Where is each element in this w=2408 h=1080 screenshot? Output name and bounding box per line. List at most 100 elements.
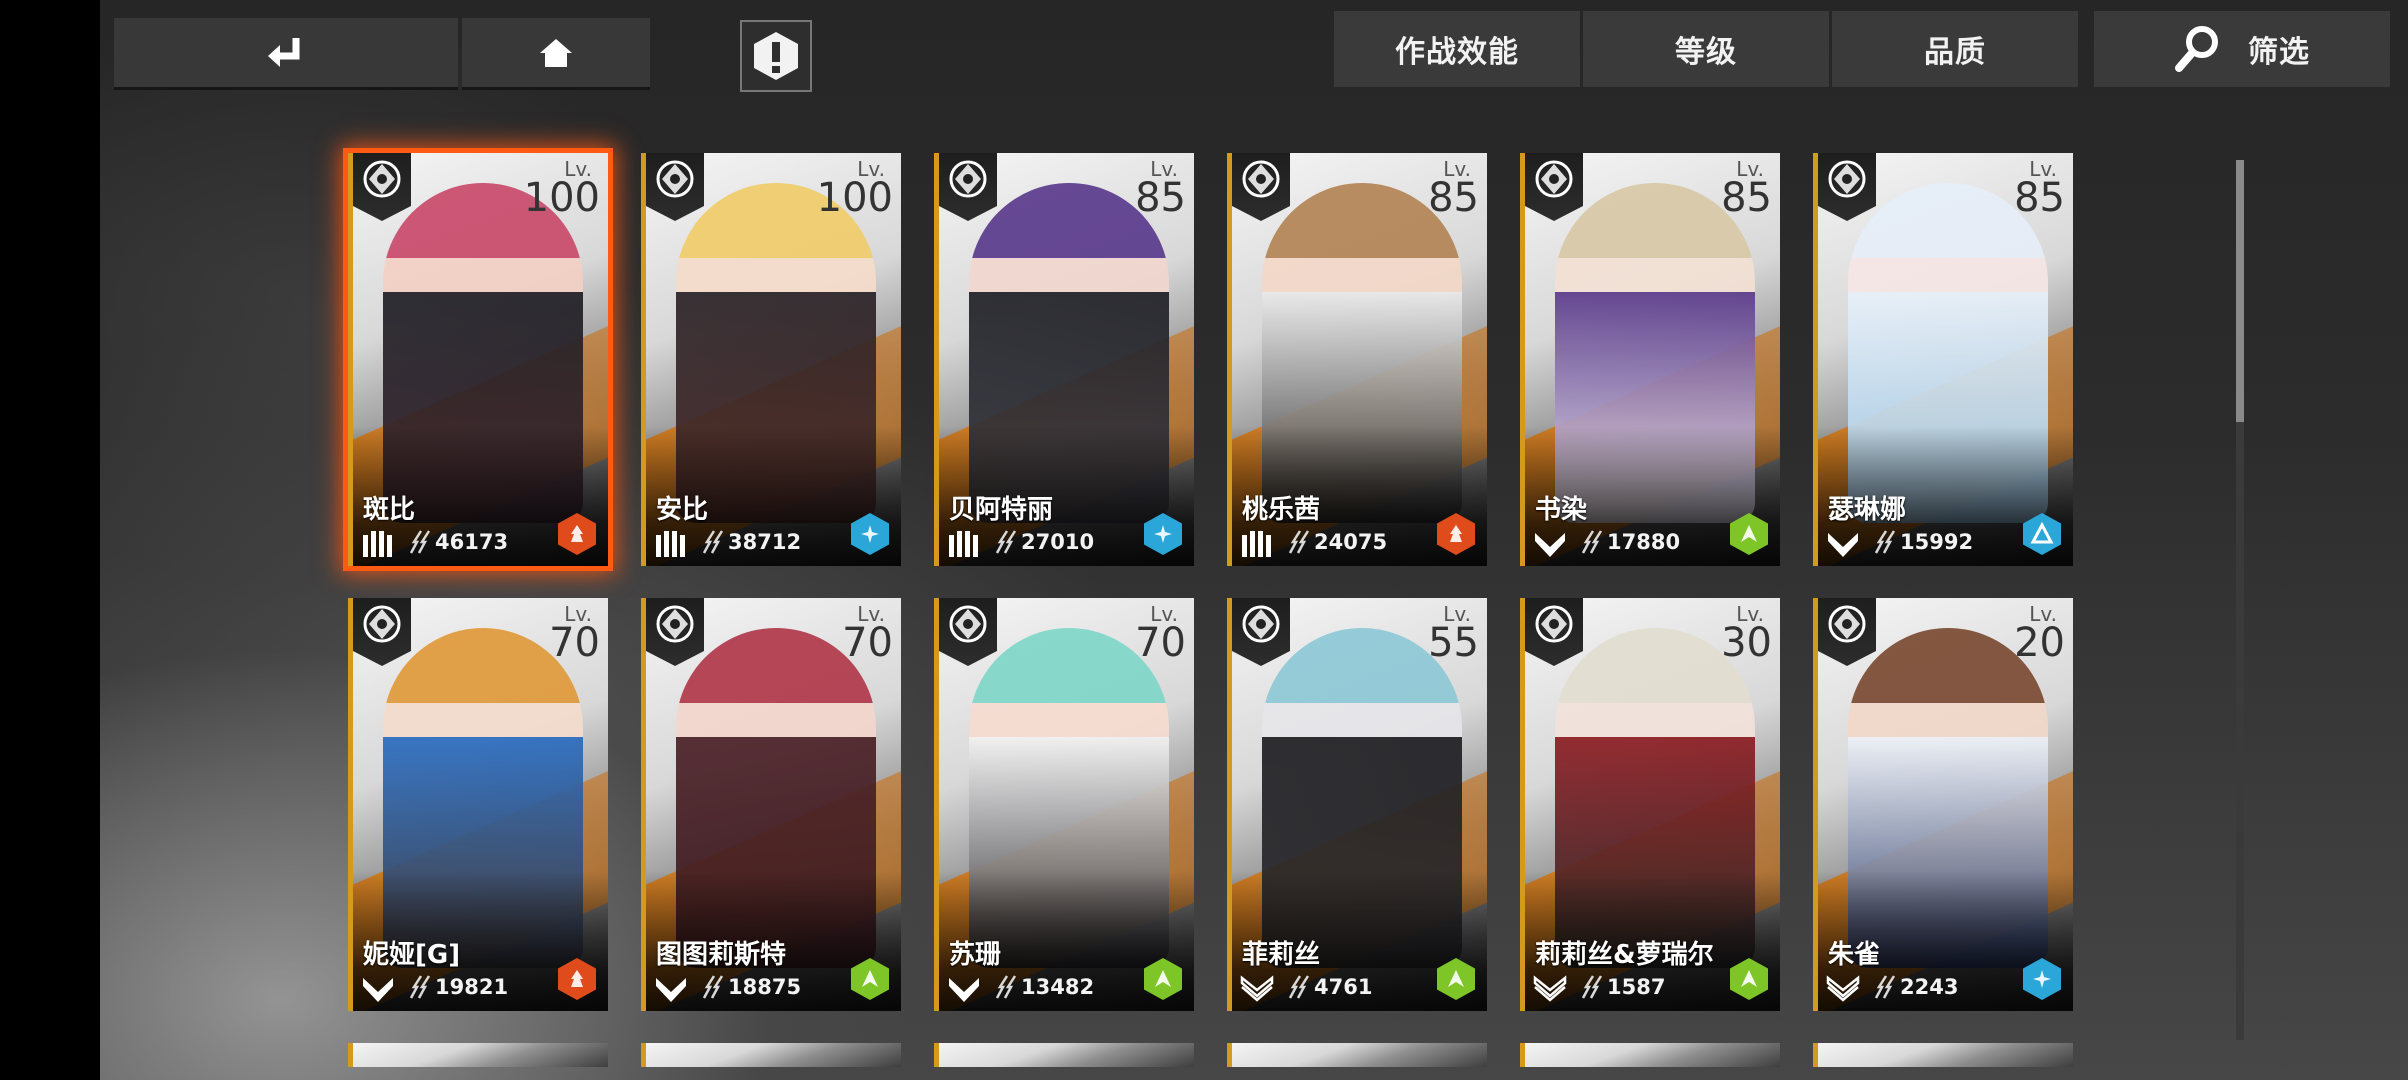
level-value: 100 [523,175,600,221]
level-value: 55 [1428,620,1479,666]
aperture-icon [656,160,694,198]
character-name: 书染 [1535,495,1588,525]
combat-power: 24075 [1288,529,1387,555]
element-physical-icon [2030,522,2054,544]
character-card-partial[interactable] [348,1043,608,1067]
class-badge [1232,598,1290,666]
element-nature-icon [1155,970,1171,987]
character-name: 妮娅[G] [363,940,461,970]
power-bolt-icon [1581,530,1603,554]
search-icon [2175,26,2218,72]
character-card-partial[interactable] [934,1043,1194,1067]
element-ice-icon [861,525,879,543]
class-badge [939,598,997,666]
rank-chevron-icon [1828,533,1858,557]
character-card[interactable]: Lv. 30 莉莉丝&萝瑞尔 1587 [1520,598,1780,1011]
level-value: 85 [1721,175,1772,221]
class-badge [1818,598,1876,666]
character-name: 朱雀 [1828,940,1881,970]
alert-icon [754,32,798,80]
character-card[interactable]: Lv. 20 朱雀 2243 [1813,598,2073,1011]
character-card[interactable]: Lv. 55 菲莉丝 4761 [1227,598,1487,1011]
aperture-icon [1535,605,1573,643]
power-bolt-icon [1288,975,1310,999]
class-badge [1818,153,1876,221]
power-bolt-icon [1874,530,1896,554]
character-card-partial[interactable] [1227,1043,1487,1067]
sort-tab-combat-power[interactable]: 作战效能 [1334,11,1580,87]
level-value: 70 [1135,620,1186,666]
rank-badge [1240,529,1274,563]
character-card[interactable]: Lv. 70 图图莉斯特 18875 [641,598,901,1011]
info-button[interactable] [740,20,812,92]
character-card[interactable]: Lv. 100 安比 38712 [641,153,901,566]
level-value: 20 [2014,620,2065,666]
roster-screen: 作战效能 等级 品质 筛选 Lv. 100 斑比 46173 Lv. 100 安比 38712… [100,0,2408,1080]
filter-button[interactable]: 筛选 [2094,11,2390,87]
back-button[interactable] [114,18,458,90]
rank-badge [947,529,981,563]
element-ice-icon [2033,970,2051,988]
character-name: 斑比 [363,495,416,525]
aperture-icon [656,605,694,643]
combat-power-value: 38712 [728,530,802,554]
combat-power-value: 15992 [1900,530,1974,554]
character-card[interactable]: Lv. 85 书染 17880 [1520,153,1780,566]
character-card-partial[interactable] [1813,1043,2073,1067]
character-card[interactable]: Lv. 100 斑比 46173 [343,148,613,571]
scrollbar[interactable] [2236,160,2244,1040]
character-name: 瑟琳娜 [1828,495,1907,525]
combat-power-value: 27010 [1021,530,1095,554]
rank-chevron-icon [656,978,686,1002]
power-bolt-icon [409,975,431,999]
power-bolt-icon [995,975,1017,999]
rank-badge [1826,974,1860,1008]
aperture-icon [1242,605,1280,643]
sort-tab-level[interactable]: 等级 [1583,11,1829,87]
aperture-icon [1242,160,1280,198]
level-value: 85 [1135,175,1186,221]
character-name: 贝阿特丽 [949,495,1054,525]
combat-power-value: 4761 [1314,975,1373,999]
combat-power: 1587 [1581,974,1665,1000]
character-name: 菲莉丝 [1242,940,1321,970]
aperture-icon [1828,160,1866,198]
character-card[interactable]: Lv. 70 妮娅[G] 19821 [348,598,608,1011]
filter-label: 筛选 [2248,35,2310,70]
sort-tab-quality[interactable]: 品质 [1832,11,2078,87]
element-nature-icon [1741,525,1757,542]
combat-power: 38712 [702,529,801,555]
character-card[interactable]: Lv. 70 苏珊 13482 [934,598,1194,1011]
level-value: 70 [842,620,893,666]
rank-badge [947,974,981,1008]
combat-power: 27010 [995,529,1094,555]
character-name: 桃乐茜 [1242,495,1321,525]
rank-tower-icon [1242,531,1271,557]
scrollbar-thumb[interactable] [2236,160,2244,422]
level-value: 70 [549,620,600,666]
rank-badge [361,974,395,1008]
class-badge [353,153,411,221]
element-nature-icon [1741,970,1757,987]
rank-badge [1826,529,1860,563]
home-button[interactable] [462,18,650,90]
aperture-icon [1535,160,1573,198]
character-card[interactable]: Lv. 85 桃乐茜 24075 [1227,153,1487,566]
rank-double-icon [1533,975,1567,1002]
combat-power-value: 13482 [1021,975,1095,999]
rank-chevron-icon [363,978,393,1002]
class-badge [1232,153,1290,221]
combat-power-value: 24075 [1314,530,1388,554]
character-card-partial[interactable] [1520,1043,1780,1067]
rank-badge [361,529,395,563]
character-card[interactable]: Lv. 85 瑟琳娜 15992 [1813,153,2073,566]
combat-power: 18875 [702,974,801,1000]
character-name: 安比 [656,495,709,525]
aperture-icon [949,160,987,198]
combat-power: 17880 [1581,529,1680,555]
combat-power-value: 19821 [435,975,509,999]
level-value: 85 [2014,175,2065,221]
rank-tower-icon [949,531,978,557]
character-card[interactable]: Lv. 85 贝阿特丽 27010 [934,153,1194,566]
character-card-partial[interactable] [641,1043,901,1067]
